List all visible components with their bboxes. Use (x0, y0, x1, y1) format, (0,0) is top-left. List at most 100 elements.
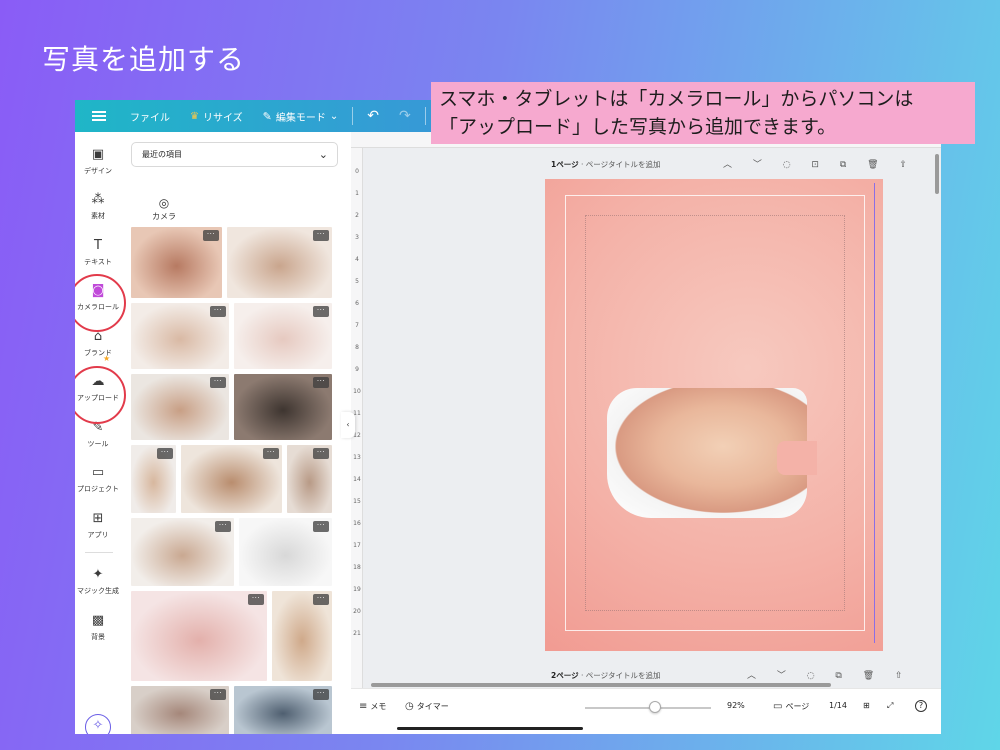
page-2-title-placeholder[interactable]: ページタイトルを追加 (586, 671, 661, 680)
ruler-number: 5 (355, 278, 359, 285)
more-options-icon[interactable]: ··· (215, 521, 231, 532)
pages-button[interactable]: ▭ ページ (773, 701, 809, 712)
ruler-number: 17 (353, 542, 361, 549)
camera-button[interactable]: ◎ カメラ (141, 196, 187, 222)
photo-thumbnail[interactable]: ··· (131, 518, 234, 586)
page-guide-line (874, 183, 875, 643)
photo-thumbnail[interactable]: ··· (181, 445, 282, 513)
ruler-number: 18 (353, 564, 361, 571)
resize-button[interactable]: ♛ リサイズ (180, 100, 253, 132)
photo-thumbnail[interactable]: ··· (131, 686, 229, 734)
rail-item-background[interactable]: ▩ 背景 (75, 612, 121, 642)
camera-icon: ◎ (158, 196, 170, 210)
edit-mode-label: 編集モード (275, 112, 326, 124)
menu-button[interactable] (75, 100, 120, 132)
more-options-icon[interactable]: ··· (203, 230, 219, 241)
photo-thumbnail[interactable]: ··· (234, 686, 332, 734)
ruler-number: 13 (353, 454, 361, 461)
dropdown-value: 最近の項目 (142, 150, 182, 159)
resize-label: リサイズ (202, 112, 243, 124)
more-options-icon[interactable]: ··· (313, 594, 329, 605)
photo-thumbnail[interactable]: ··· (239, 518, 332, 586)
timer-button[interactable]: ◷ タイマー (405, 701, 449, 712)
pencil-icon: ✎ (262, 109, 272, 123)
callout-line-1: スマホ・タブレットは「カメラロール」からパソコンは (439, 88, 914, 110)
zoom-slider-track[interactable] (585, 707, 711, 709)
photo-thumbnail[interactable]: ··· (287, 445, 332, 513)
more-options-icon[interactable]: ··· (313, 230, 329, 241)
rail-item-tools[interactable]: ✎ ツール (75, 419, 121, 449)
ruler-number: 14 (353, 476, 361, 483)
ruler-number: 20 (353, 608, 361, 615)
elements-icon: ⁂ (91, 192, 105, 207)
zoom-level[interactable]: 92% (727, 701, 745, 710)
rail-item-design[interactable]: ▣ デザイン (75, 146, 121, 176)
rail-item-magic-media[interactable]: ✦ マジック生成 (75, 566, 121, 596)
rail-item-projects[interactable]: ▭ プロジェクト (75, 464, 121, 494)
rail-item-text[interactable]: T テキスト (75, 237, 121, 267)
photo-thumbnail[interactable]: ··· (272, 591, 332, 681)
rail-item-elements[interactable]: ⁂ 素材 (75, 191, 121, 221)
more-options-icon[interactable]: ··· (263, 448, 279, 459)
horizontal-scrollbar[interactable] (371, 683, 831, 687)
rail-item-upload[interactable]: ☁ アップロード (75, 373, 121, 403)
rail-item-camera-roll[interactable]: ◙ カメラロール (75, 282, 121, 312)
collapse-panel-button[interactable]: ‹ (341, 412, 355, 438)
left-rail: ▣ デザイン ⁂ 素材 T テキスト ◙ カメラロール ★ ⌂ ブランド ☁ ア… (75, 132, 121, 734)
page-2-tools[interactable]: ︿ ﹀ ◌ ⧉ 🗑 ⇧ (747, 668, 912, 681)
photo-thumbnail[interactable]: ··· (234, 374, 332, 440)
more-options-icon[interactable]: ··· (210, 306, 226, 317)
file-menu[interactable]: ファイル (120, 100, 180, 132)
ruler-number: 1 (355, 190, 359, 197)
design-icon: ▣ (91, 147, 105, 162)
photo-thumbnail[interactable]: ··· (234, 303, 332, 369)
magic-assistant-button[interactable]: ✧ (85, 714, 111, 734)
canvas-area: 0 1 2 3 4 5 6 7 8 9 10 11 12 13 14 15 16 17 18 19 20 21 1ページ … (351, 132, 941, 688)
page-1-header[interactable]: 1ページ · ページタイトルを追加 (551, 159, 660, 170)
photo-thumbnail[interactable]: ··· (131, 445, 176, 513)
rail-item-apps[interactable]: ⊞ アプリ (75, 510, 121, 540)
edit-mode-button[interactable]: ✎ 編集モード ⌄ (253, 100, 349, 132)
photo-thumbnail[interactable]: ··· (227, 227, 332, 298)
rail-item-brand[interactable]: ⌂ ブランド (75, 328, 121, 358)
hamburger-icon (92, 111, 106, 121)
photo-thumbnail[interactable]: ··· (131, 374, 229, 440)
timer-icon: ◷ (405, 701, 414, 712)
vertical-scrollbar[interactable] (935, 154, 939, 194)
more-options-icon[interactable]: ··· (313, 306, 329, 317)
recent-items-dropdown[interactable]: 最近の項目 ⌄ (131, 142, 338, 167)
grid-view-icon[interactable]: ⊞ (863, 701, 870, 710)
more-options-icon[interactable]: ··· (248, 594, 264, 605)
more-options-icon[interactable]: ··· (313, 521, 329, 532)
design-page-1[interactable] (545, 179, 883, 651)
more-options-icon[interactable]: ··· (157, 448, 173, 459)
ruler-number: 8 (355, 344, 359, 351)
ruler-number: 6 (355, 300, 359, 307)
page-2-header[interactable]: 2ページ · ページタイトルを追加 (551, 670, 660, 681)
more-options-icon[interactable]: ··· (210, 689, 226, 700)
redo-button[interactable]: ↷ (389, 100, 421, 132)
photo-thumbnail[interactable]: ··· (131, 303, 229, 369)
help-icon[interactable]: ? (915, 700, 927, 712)
photo-thumbnail[interactable]: ··· (131, 227, 222, 298)
more-options-icon[interactable]: ··· (313, 448, 329, 459)
magic-media-icon: ✦ (92, 567, 104, 582)
page-1-title-placeholder[interactable]: ページタイトルを追加 (586, 160, 661, 169)
camera-label: カメラ (152, 212, 176, 221)
photo-frame-notch (777, 441, 817, 475)
zoom-slider-thumb[interactable] (649, 701, 661, 713)
ruler-number: 9 (355, 366, 359, 373)
page-1-tools[interactable]: ︿ ﹀ ◌ ⊡ ⧉ 🗑 ⇧ (723, 157, 916, 170)
fullscreen-icon[interactable]: ⤢ (887, 701, 893, 711)
photo-thumbnail[interactable]: ··· (131, 591, 267, 681)
ruler-number: 16 (353, 520, 361, 527)
more-options-icon[interactable]: ··· (313, 377, 329, 388)
ruler-number: 10 (353, 388, 361, 395)
more-options-icon[interactable]: ··· (210, 377, 226, 388)
editor-window: ファイル ♛ リサイズ ✎ 編集モード ⌄ ↶ ↷ ▣ デザイン ⁂ 素材 T … (75, 100, 941, 734)
notes-icon: ≡ (359, 701, 368, 712)
more-options-icon[interactable]: ··· (313, 689, 329, 700)
rail-label: 素材 (91, 212, 105, 220)
undo-button[interactable]: ↶ (357, 100, 389, 132)
notes-button[interactable]: ≡ メモ (359, 701, 386, 712)
